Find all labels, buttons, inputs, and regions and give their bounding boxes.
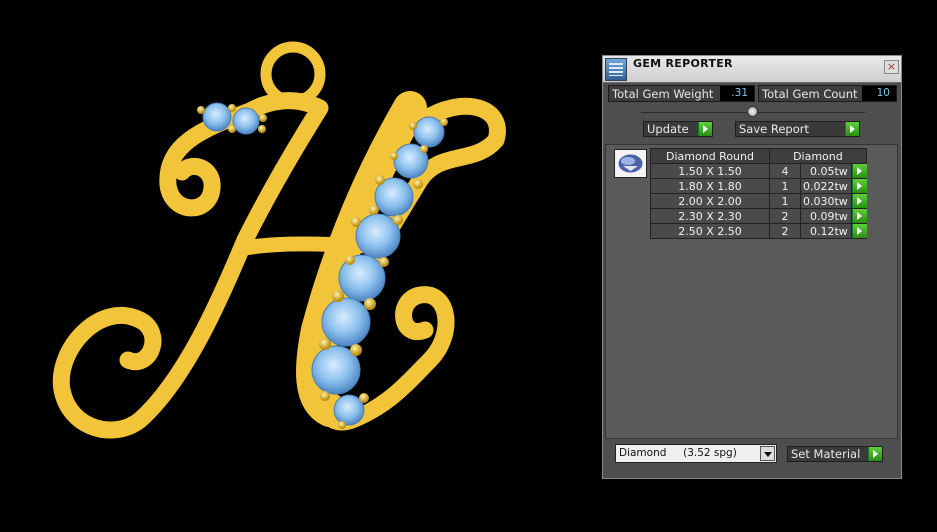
update-button[interactable]: Update [643,121,713,137]
go-arrow-icon [845,122,859,136]
gem-weight: 0.022tw [800,178,852,194]
gem-size: 2.50 X 2.50 [650,223,770,239]
app-icon [605,58,627,81]
gem-size: 2.00 X 2.00 [650,193,770,209]
gem-size: 1.80 X 1.80 [650,178,770,194]
set-material-button-label: Set Material [791,447,861,461]
go-arrow-icon [851,224,867,238]
close-icon[interactable]: × [884,60,899,74]
title-bar[interactable]: GEM REPORTER × [603,56,901,83]
table-row[interactable]: 2.50 X 2.50 2 0.12tw [650,223,867,239]
column-header-material: Diamond [769,148,867,164]
go-arrow-icon [851,209,867,223]
row-select-button[interactable] [850,208,867,224]
go-arrow-icon [698,122,712,136]
go-arrow-icon [851,194,867,208]
gem-count: 2 [769,208,801,224]
go-arrow-icon [851,179,867,193]
dropdown-arrow-icon[interactable] [760,446,775,461]
table-row[interactable]: 1.80 X 1.80 1 0.022tw [650,178,867,194]
row-select-button[interactable] [850,178,867,194]
row-select-button[interactable] [850,223,867,239]
table-row[interactable]: 2.00 X 2.00 1 0.030tw [650,193,867,209]
gem-size: 2.30 X 2.30 [650,208,770,224]
table-row[interactable]: 2.30 X 2.30 2 0.09tw [650,208,867,224]
total-gem-weight-field: Total Gem Weight .31 [608,85,755,102]
gem-reporter-panel: GEM REPORTER × Total Gem Weight .31 Tota… [602,55,902,479]
row-select-button[interactable] [850,193,867,209]
total-gem-count-field: Total Gem Count 10 [758,85,897,102]
save-report-button-label: Save Report [739,122,810,136]
total-gem-weight-value: .31 [720,86,754,101]
gem-weight: 0.09tw [800,208,852,224]
column-header-shape: Diamond Round [650,148,770,164]
total-gem-weight-label: Total Gem Weight [612,86,714,101]
update-button-label: Update [647,122,689,136]
table-header-row: Diamond Round Diamond [650,148,867,164]
material-select[interactable]: Diamond (3.52 spg) [615,444,777,463]
gem-size: 1.50 X 1.50 [650,163,770,179]
gem-thumbnail-icon[interactable] [614,149,647,178]
go-arrow-icon [851,164,867,178]
gem-count: 2 [769,223,801,239]
gem-count: 1 [769,178,801,194]
gem-weight: 0.030tw [800,193,852,209]
window-title: GEM REPORTER [633,57,733,70]
gem-weight: 0.12tw [800,223,852,239]
pendant-render [52,41,506,439]
go-arrow-icon [868,447,882,461]
row-select-button[interactable] [850,163,867,179]
gem-list-area[interactable]: Diamond Round Diamond 1.50 X 1.50 4 0.05… [605,144,898,439]
3d-viewport[interactable] [0,0,600,532]
save-report-button[interactable]: Save Report [735,121,860,137]
total-gem-count-value: 10 [862,86,896,101]
material-selected-value: Diamond (3.52 spg) [619,447,737,459]
table-row[interactable]: 1.50 X 1.50 4 0.05tw [650,163,867,179]
gem-count: 1 [769,193,801,209]
slider-handle[interactable] [747,106,758,117]
set-material-button[interactable]: Set Material [787,446,883,462]
total-gem-count-label: Total Gem Count [762,86,858,101]
gem-table: Diamond Round Diamond 1.50 X 1.50 4 0.05… [650,148,867,239]
gem-count: 4 [769,163,801,179]
gem-weight: 0.05tw [800,163,852,179]
